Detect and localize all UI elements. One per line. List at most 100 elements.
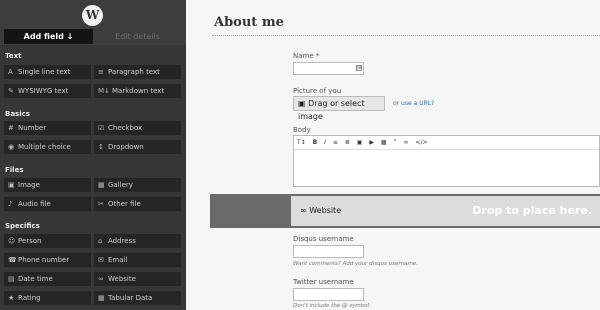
field-label: Number bbox=[18, 124, 47, 132]
person-icon: ☺ bbox=[8, 237, 16, 245]
logo-icon: W bbox=[82, 5, 103, 26]
field-label: Paragraph text bbox=[108, 68, 160, 76]
table-icon[interactable]: ▦ bbox=[381, 136, 387, 150]
radio-icon: ◉ bbox=[8, 143, 15, 151]
field-image[interactable]: ▣ Image bbox=[4, 178, 91, 192]
paperclip-icon: ✂ bbox=[98, 200, 104, 208]
field-other-file[interactable]: ✂ Other file bbox=[94, 197, 181, 211]
field-label: WYSIWYG text bbox=[18, 87, 69, 95]
field-gallery[interactable]: ▦ Gallery bbox=[94, 178, 181, 192]
gallery-icon: ▦ bbox=[98, 181, 105, 189]
field-dropdown[interactable]: ↕ Dropdown bbox=[94, 140, 181, 154]
quote-icon[interactable]: ” bbox=[393, 136, 396, 150]
twitter-label: Twitter username bbox=[293, 278, 354, 286]
field-sidebar: W Add field ↓ Edit details Text A Single … bbox=[0, 0, 186, 310]
field-label: Multiple choice bbox=[18, 143, 71, 151]
field-label: Address bbox=[108, 237, 136, 245]
list-icon: # bbox=[8, 124, 14, 132]
field-rating[interactable]: ★ Rating bbox=[4, 291, 91, 305]
twitter-hint: Don't include the @ symbol. bbox=[293, 303, 371, 309]
music-icon: ♪ bbox=[8, 200, 13, 208]
drag-select-image-button[interactable]: ▣ Drag or select image bbox=[293, 96, 385, 121]
title-divider bbox=[212, 35, 600, 36]
required-mark: * bbox=[315, 52, 320, 60]
video-icon[interactable]: ▶ bbox=[369, 136, 374, 150]
disqus-hint: Want comments? Add your disqus username. bbox=[293, 261, 418, 267]
envelope-icon: ✉ bbox=[98, 256, 104, 264]
field-wysiwyg-text[interactable]: ✎ WYSIWYG text bbox=[4, 84, 91, 98]
field-multiple-choice[interactable]: ◉ Multiple choice bbox=[4, 140, 91, 154]
field-label: Phone number bbox=[18, 256, 70, 264]
bold-icon[interactable]: B bbox=[313, 136, 318, 150]
field-checkbox[interactable]: ☑ Checkbox bbox=[94, 121, 181, 135]
field-label: Image bbox=[18, 181, 40, 189]
field-label: Dropdown bbox=[108, 143, 144, 151]
pushpin-icon: ⌂ bbox=[98, 237, 103, 245]
field-label: Audio file bbox=[18, 200, 51, 208]
body-label: Body bbox=[293, 126, 311, 134]
field-address[interactable]: ⌂ Address bbox=[94, 234, 181, 248]
section-title-specifics: Specifics bbox=[5, 222, 40, 230]
name-input[interactable] bbox=[293, 62, 364, 75]
field-label: Markdown text bbox=[112, 87, 165, 95]
field-website[interactable]: ∞ Website bbox=[94, 272, 181, 286]
field-label: Website bbox=[108, 275, 136, 283]
twitter-input[interactable] bbox=[293, 288, 364, 301]
field-single-line-text[interactable]: A Single line text bbox=[4, 65, 91, 79]
body-editor[interactable]: T↕ B I ≡ ≣ ▣ ▶ ▦ ” ∞ </> bbox=[293, 135, 600, 187]
field-label: Single line text bbox=[18, 68, 71, 76]
field-label: Email bbox=[108, 256, 128, 264]
use-url-link[interactable]: or use a URL? bbox=[393, 100, 434, 107]
text-size-icon[interactable]: T↕ bbox=[297, 136, 306, 150]
field-markdown-text[interactable]: M↓ Markdown text bbox=[94, 84, 181, 98]
field-paragraph-text[interactable]: ≡ Paragraph text bbox=[94, 65, 181, 79]
field-phone-number[interactable]: ☎Phone number bbox=[4, 253, 91, 267]
field-tabular-data[interactable]: ▦ Tabular Data bbox=[94, 291, 181, 305]
name-label-text: Name bbox=[293, 52, 314, 60]
italic-icon[interactable]: I bbox=[324, 136, 326, 150]
text-icon: A bbox=[8, 68, 13, 76]
editor-toolbar: T↕ B I ≡ ≣ ▣ ▶ ▦ ” ∞ </> bbox=[294, 136, 599, 150]
checkbox-icon: ☑ bbox=[98, 124, 105, 132]
markdown-icon: M↓ bbox=[98, 87, 110, 95]
name-label: Name * bbox=[293, 52, 319, 60]
disqus-input[interactable] bbox=[293, 245, 364, 258]
field-person[interactable]: ☺ Person bbox=[4, 234, 91, 248]
pencil-icon: ✎ bbox=[8, 87, 14, 95]
image-icon[interactable]: ▣ bbox=[357, 136, 363, 150]
calendar-icon: ▤ bbox=[8, 275, 15, 283]
field-email[interactable]: ✉ Email bbox=[94, 253, 181, 267]
picture-label: Picture of you bbox=[293, 87, 342, 95]
tab-add-field[interactable]: Add field ↓ bbox=[4, 29, 93, 44]
link-icon: ∞ bbox=[300, 206, 307, 215]
table-icon: ▦ bbox=[98, 294, 105, 302]
field-date-time[interactable]: ▤ Date time bbox=[4, 272, 91, 286]
field-audio-file[interactable]: ♪ Audio file bbox=[4, 197, 91, 211]
numbered-list-icon[interactable]: ≣ bbox=[345, 136, 350, 150]
page-title: About me bbox=[214, 15, 284, 30]
phone-icon: ☎ bbox=[8, 256, 17, 264]
upload-image-icon: ▣ bbox=[298, 99, 309, 108]
field-label: Date time bbox=[18, 275, 53, 283]
field-label: Person bbox=[18, 237, 42, 245]
section-title-files: Files bbox=[5, 166, 24, 174]
code-icon[interactable]: </> bbox=[415, 136, 427, 150]
tab-edit-details[interactable]: Edit details bbox=[93, 29, 182, 44]
input-picker-icon[interactable]: ⊞ bbox=[356, 65, 362, 71]
link-icon[interactable]: ∞ bbox=[404, 136, 409, 150]
field-number[interactable]: # Number bbox=[4, 121, 91, 135]
bullet-list-icon[interactable]: ≡ bbox=[333, 136, 338, 150]
link-icon: ∞ bbox=[98, 275, 104, 283]
disqus-label: Disqus username bbox=[293, 235, 354, 243]
field-label: Tabular Data bbox=[108, 294, 153, 302]
field-label: Rating bbox=[18, 294, 41, 302]
field-label: Checkbox bbox=[108, 124, 143, 132]
section-title-text: Text bbox=[5, 52, 22, 60]
field-label: Gallery bbox=[108, 181, 133, 189]
dropdown-icon: ↕ bbox=[98, 143, 104, 151]
star-icon: ★ bbox=[8, 294, 15, 302]
field-label: Other file bbox=[108, 200, 141, 208]
dragged-website-field[interactable]: ∞ Website bbox=[300, 206, 341, 215]
drop-hint: Drop to place here. bbox=[472, 204, 592, 217]
dragged-field-label: Website bbox=[309, 206, 342, 215]
